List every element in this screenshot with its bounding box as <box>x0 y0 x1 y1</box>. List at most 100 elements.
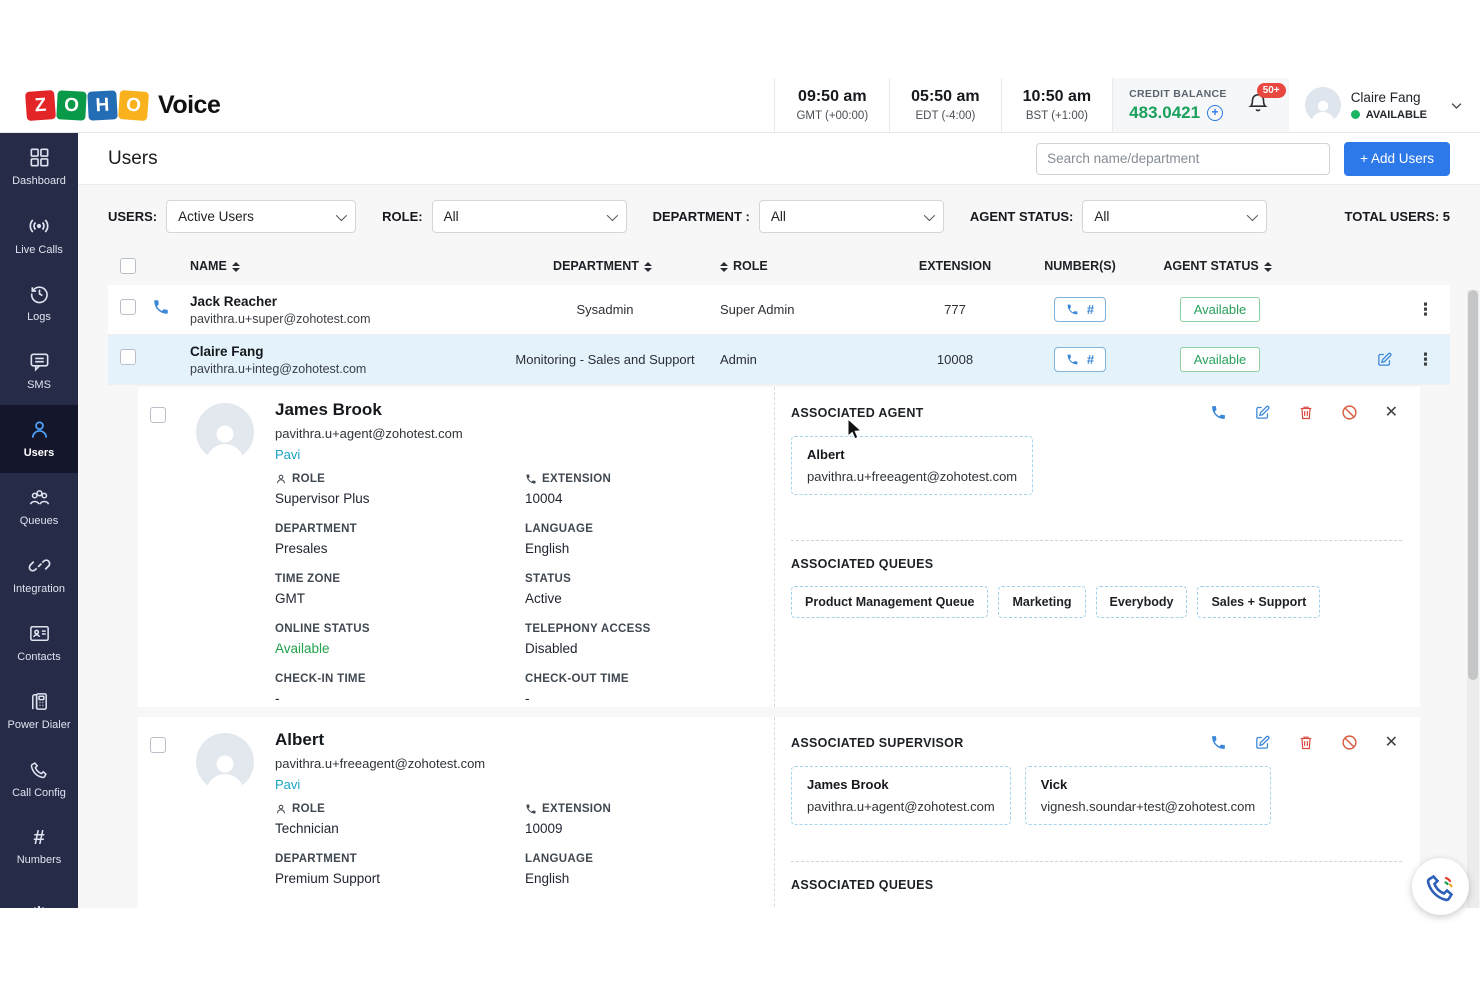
table-row[interactable]: Claire Fang pavithra.u+integ@zohotest.co… <box>108 335 1450 385</box>
sidebar-item-queues[interactable]: Queues <box>0 473 78 541</box>
sidebar-item-numbers[interactable]: # Numbers <box>0 813 78 881</box>
search-input[interactable] <box>1036 143 1330 175</box>
org-link[interactable]: Pavi <box>275 777 485 792</box>
sidebar-item-users[interactable]: Users <box>0 405 78 473</box>
row-menu-button[interactable]: ⋮ <box>1417 301 1434 318</box>
sidebar-item-call-config[interactable]: Call Config <box>0 745 78 813</box>
call-icon[interactable] <box>152 298 170 316</box>
user-extension: 777 <box>890 302 1020 317</box>
row-checkbox[interactable] <box>150 407 166 423</box>
column-agent-status[interactable]: AGENT STATUS <box>1140 259 1300 273</box>
role-value: Technician <box>275 821 525 836</box>
sidebar-item-settings[interactable]: ⚙ <box>0 881 78 908</box>
role-value: Supervisor Plus <box>275 491 525 506</box>
associated-agent-card[interactable]: Albert pavithra.u+freeagent@zohotest.com <box>791 436 1033 495</box>
person-icon <box>275 803 287 815</box>
language-value: English <box>525 871 775 886</box>
page-title: Users <box>108 148 158 170</box>
numbers-badge[interactable]: # <box>1054 297 1106 322</box>
block-icon[interactable] <box>1341 404 1358 421</box>
sidebar-item-sms[interactable]: SMS <box>0 337 78 405</box>
zoho-voice-logo[interactable]: Z O H O Voice <box>26 91 220 120</box>
edit-icon[interactable] <box>1376 351 1393 368</box>
sidebar-item-contacts[interactable]: Contacts <box>0 609 78 677</box>
status-value: Active <box>525 591 775 606</box>
select-all-checkbox[interactable] <box>120 258 136 274</box>
edit-icon[interactable] <box>1254 734 1271 751</box>
phone-icon <box>1066 353 1079 366</box>
role-filter-label: ROLE: <box>382 209 422 224</box>
user-name: Jack Reacher <box>190 294 490 309</box>
queues-people-icon <box>27 486 52 509</box>
sidebar-item-integration[interactable]: Integration <box>0 541 78 609</box>
associations-pane: ASSOCIATED AGENT ✕ Albert pavithra.u+ <box>791 387 1416 707</box>
user-detail-pane: James Brook pavithra.u+agent@zohotest.co… <box>138 387 775 707</box>
org-link[interactable]: Pavi <box>275 447 463 462</box>
add-users-button[interactable]: + Add Users <box>1344 142 1450 176</box>
scrollbar-thumb[interactable] <box>1468 290 1478 680</box>
queue-chip[interactable]: Everybody <box>1096 586 1188 618</box>
column-extension[interactable]: EXTENSION <box>890 259 1020 273</box>
queue-chip[interactable]: Marketing <box>998 586 1085 618</box>
numbers-hash-icon: # <box>33 828 44 848</box>
close-icon[interactable]: ✕ <box>1385 735 1398 751</box>
agent-status-filter-select[interactable]: All <box>1082 200 1267 233</box>
associated-supervisor-card[interactable]: James Brook pavithra.u+agent@zohotest.co… <box>791 766 1011 825</box>
user-menu[interactable]: Claire Fang AVAILABLE <box>1289 78 1480 132</box>
notification-count-badge: 50+ <box>1257 83 1286 98</box>
associated-supervisor-card[interactable]: Vick vignesh.soundar+test@zohotest.com <box>1025 766 1271 825</box>
sort-icon <box>232 262 240 272</box>
sidebar-item-logs[interactable]: Logs <box>0 269 78 337</box>
vertical-scrollbar[interactable] <box>1467 290 1479 908</box>
gear-icon: ⚙ <box>29 905 49 908</box>
delete-icon[interactable] <box>1298 734 1314 751</box>
numbers-badge[interactable]: # <box>1054 347 1106 372</box>
column-name[interactable]: NAME <box>190 259 490 273</box>
user-extension: 10008 <box>890 352 1020 367</box>
dialer-fab-button[interactable] <box>1412 858 1469 915</box>
expanded-user-card: James Brook pavithra.u+agent@zohotest.co… <box>138 387 1420 707</box>
department-filter-select[interactable]: All <box>759 200 944 233</box>
call-icon[interactable] <box>1210 734 1227 751</box>
department-filter-label: DEPARTMENT : <box>653 209 750 224</box>
department-value: Premium Support <box>275 871 525 886</box>
divider <box>791 861 1402 862</box>
close-icon[interactable]: ✕ <box>1385 405 1398 421</box>
row-checkbox[interactable] <box>150 737 166 753</box>
user-name: Albert <box>275 730 485 750</box>
chevron-down-icon <box>336 209 347 220</box>
sidebar-item-live-calls[interactable]: Live Calls <box>0 201 78 269</box>
user-email: pavithra.u+agent@zohotest.com <box>275 426 463 441</box>
column-numbers[interactable]: NUMBER(S) <box>1020 259 1140 273</box>
user-name: James Brook <box>275 400 463 420</box>
row-checkbox[interactable] <box>120 299 136 315</box>
sidebar-item-power-dialer[interactable]: Power Dialer <box>0 677 78 745</box>
row-checkbox[interactable] <box>120 349 136 365</box>
live-calls-icon <box>27 214 51 238</box>
add-credit-icon[interactable]: + <box>1207 105 1223 121</box>
call-icon[interactable] <box>1210 404 1227 421</box>
associated-supervisor-title: ASSOCIATED SUPERVISOR <box>791 736 964 750</box>
column-role[interactable]: ROLE <box>720 259 890 273</box>
associations-pane: ASSOCIATED SUPERVISOR ✕ James Brook p <box>791 717 1416 908</box>
sidebar-item-dashboard[interactable]: Dashboard <box>0 133 78 201</box>
expanded-user-card: Albert pavithra.u+freeagent@zohotest.com… <box>138 717 1420 908</box>
delete-icon[interactable] <box>1298 404 1314 421</box>
total-users-count: TOTAL USERS: 5 <box>1345 209 1450 224</box>
block-icon[interactable] <box>1341 734 1358 751</box>
associated-queues-title: ASSOCIATED QUEUES <box>791 557 1416 571</box>
row-menu-button[interactable]: ⋮ <box>1417 351 1434 368</box>
queue-chip[interactable]: Product Management Queue <box>791 586 988 618</box>
queue-chip[interactable]: Sales + Support <box>1197 586 1320 618</box>
column-department[interactable]: DEPARTMENT <box>490 259 720 273</box>
chevron-down-icon[interactable] <box>1449 98 1464 113</box>
edit-icon[interactable] <box>1254 404 1271 421</box>
associated-queues-title: ASSOCIATED QUEUES <box>791 878 1416 892</box>
users-filter-select[interactable]: Active Users <box>166 200 356 233</box>
department-value: Presales <box>275 541 525 556</box>
clock-edt: 05:50 am EDT (-4:00) <box>889 78 1001 132</box>
notifications-button[interactable]: 50+ <box>1247 92 1269 119</box>
power-dialer-phone-icon <box>28 690 51 713</box>
role-filter-select[interactable]: All <box>432 200 627 233</box>
table-row[interactable]: Jack Reacher pavithra.u+super@zohotest.c… <box>108 285 1450 335</box>
